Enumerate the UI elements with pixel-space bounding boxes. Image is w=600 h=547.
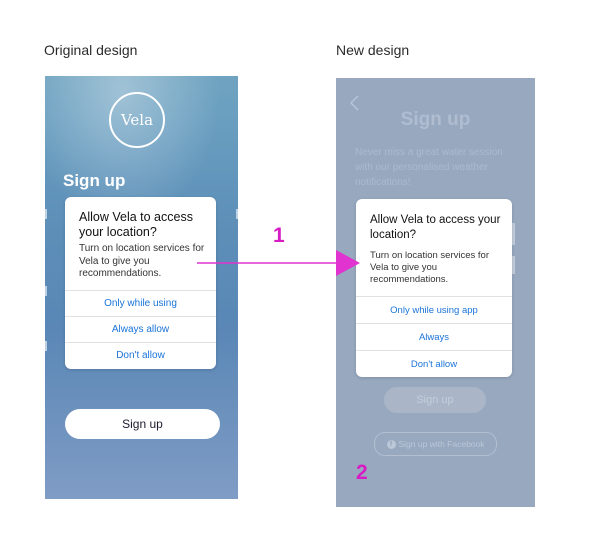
arrow-right-icon	[197, 250, 360, 276]
annotation-number-1: 1	[273, 224, 285, 247]
annotation-number-2: 2	[356, 461, 368, 484]
